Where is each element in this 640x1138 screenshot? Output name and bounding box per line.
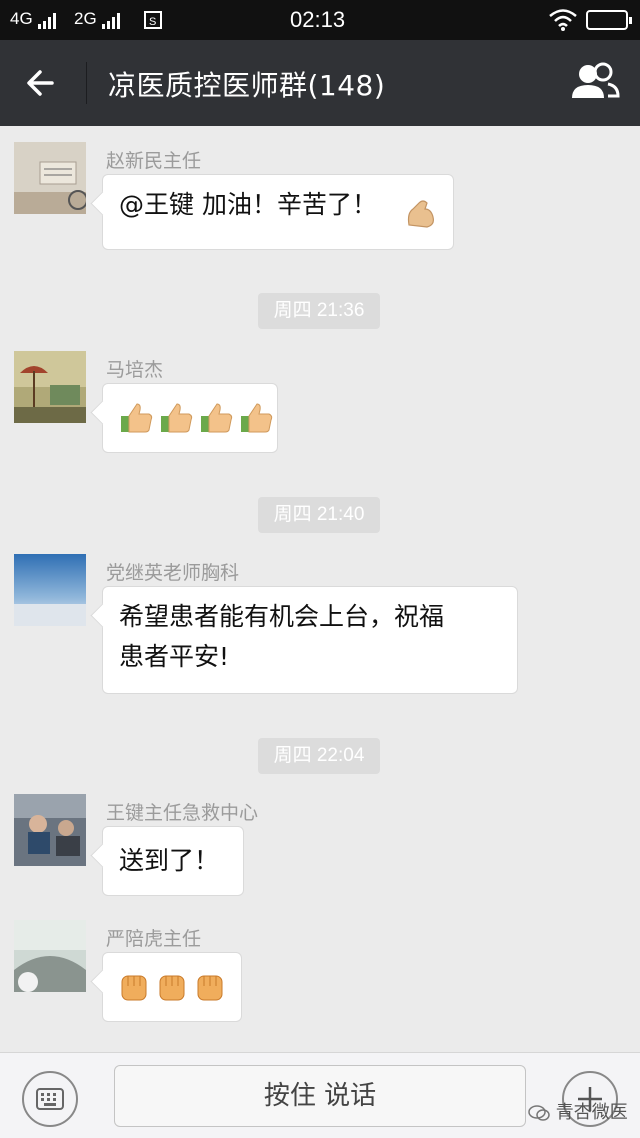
keyboard-toggle-button[interactable] xyxy=(22,1071,78,1127)
signal-2g: 2G xyxy=(74,9,120,29)
flexed-biceps-icon xyxy=(407,200,434,228)
avatar[interactable] xyxy=(14,794,86,866)
status-time: 02:13 xyxy=(290,7,346,32)
battery-icon xyxy=(586,10,632,30)
keyboard-icon xyxy=(36,1088,64,1110)
network-label-4g: 4G xyxy=(10,9,33,28)
header-divider xyxy=(86,62,87,104)
signal-bars-icon xyxy=(37,13,56,29)
back-arrow-icon[interactable] xyxy=(20,60,66,106)
signal-4g: 4G xyxy=(10,9,56,29)
thumbs-up-icon xyxy=(121,403,153,433)
fist-icon xyxy=(159,975,185,1001)
screenshot-icon: S xyxy=(144,11,162,29)
hold-to-talk-button[interactable]: 按住 说话 xyxy=(114,1065,526,1127)
signal-bars-icon xyxy=(101,13,120,29)
timestamp: 周四 21:36 xyxy=(258,293,380,329)
message-text: @王键 加油！辛苦了！ xyxy=(119,190,377,219)
thumbs-up-icon xyxy=(241,403,273,433)
avatar[interactable] xyxy=(14,142,86,214)
wifi-icon xyxy=(549,9,577,31)
chat-header: 凉医质控医师群(148) xyxy=(0,40,640,126)
message-text: 送到了！ xyxy=(119,846,220,875)
timestamp: 周四 21:40 xyxy=(258,497,380,533)
group-members-icon[interactable] xyxy=(568,58,622,108)
message-list[interactable]: 赵新民主任 @王键 加油！辛苦了！ 周四 21:36 马培杰 周四 21:40 xyxy=(0,126,640,1052)
chat-title: 凉医质控医师群(148) xyxy=(108,69,386,102)
svg-text:S: S xyxy=(149,16,156,28)
watermark: 青杏微医 xyxy=(528,1098,628,1124)
sender-name: 王键主任急救中心 xyxy=(106,802,259,824)
message-bubble[interactable]: 送到了！ xyxy=(102,826,244,896)
message-text: 患者平安! xyxy=(119,642,230,671)
sender-name: 党继英老师胸科 xyxy=(106,562,240,584)
avatar[interactable] xyxy=(14,554,86,626)
fist-icon xyxy=(121,975,147,1001)
thumbs-up-icon xyxy=(201,403,233,433)
fist-icon xyxy=(197,975,223,1001)
watermark-text: 青杏微医 xyxy=(555,1102,628,1123)
sender-name: 马培杰 xyxy=(106,359,164,381)
message-bubble[interactable]: 希望患者能有机会上台，祝福 患者平安! xyxy=(102,586,518,694)
timestamp: 周四 22:04 xyxy=(258,738,380,774)
message-bubble[interactable] xyxy=(102,952,242,1022)
input-bar: 按住 说话 xyxy=(0,1052,640,1138)
avatar[interactable] xyxy=(14,920,86,992)
sender-name: 严陪虎主任 xyxy=(106,928,202,950)
sender-name: 赵新民主任 xyxy=(106,150,202,172)
status-bar: 4G 2G S 02:13 xyxy=(0,0,640,40)
message-bubble[interactable] xyxy=(102,383,278,453)
wechat-logo-icon xyxy=(528,1105,550,1121)
avatar[interactable] xyxy=(14,351,86,423)
network-label-2g: 2G xyxy=(74,9,97,28)
message-bubble[interactable]: @王键 加油！辛苦了！ xyxy=(102,174,454,250)
thumbs-up-icon xyxy=(161,403,193,433)
message-text: 希望患者能有机会上台，祝福 xyxy=(119,602,445,631)
